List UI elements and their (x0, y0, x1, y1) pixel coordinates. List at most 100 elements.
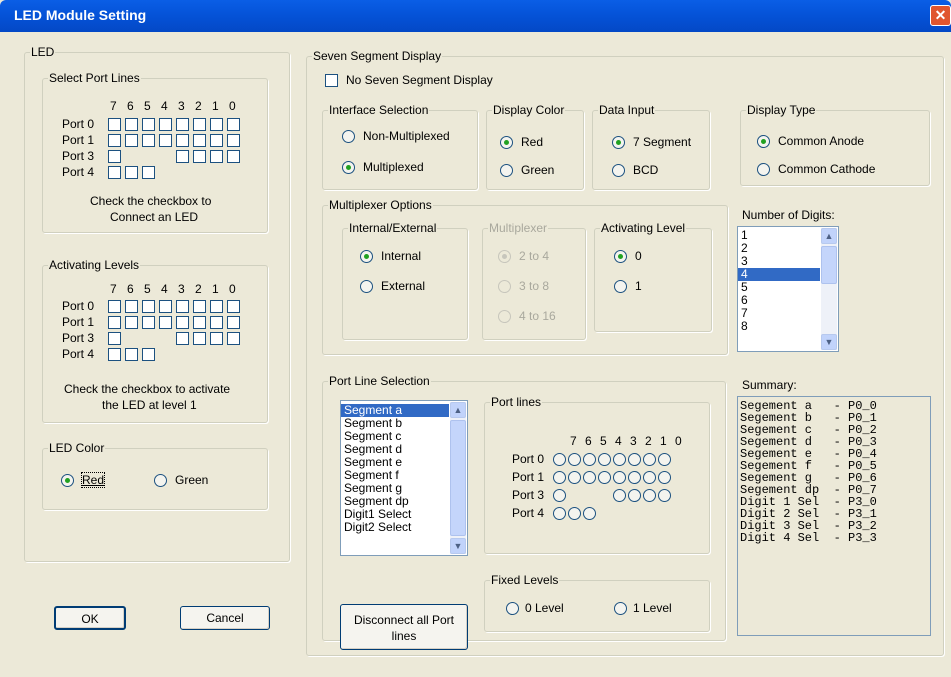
mux-2to4-label[interactable]: 2 to 4 (519, 249, 549, 263)
activating-levels-checkbox[interactable] (108, 300, 121, 313)
segments-listbox[interactable]: Segment a Segment b Segment c Segment d Segm… (340, 400, 468, 556)
port-lines-checkbox[interactable] (176, 134, 189, 147)
seven-segment-input-label[interactable]: 7 Segment (633, 135, 691, 149)
mux-3to8-radio[interactable] (498, 280, 511, 293)
common-cathode-radio[interactable] (757, 163, 770, 176)
bcd-input-label[interactable]: BCD (633, 163, 658, 177)
activating-levels-checkbox[interactable] (125, 300, 138, 313)
port-line-radio[interactable] (643, 471, 656, 484)
port-line-radio[interactable] (598, 453, 611, 466)
activating-levels-checkbox[interactable] (210, 332, 223, 345)
fixed-0-level-label[interactable]: 0 Level (525, 601, 564, 615)
segments-scrollbar[interactable]: ▲ ▼ (450, 402, 466, 554)
scroll-thumb[interactable] (821, 246, 837, 284)
port-line-radio[interactable] (553, 507, 566, 520)
port-lines-checkbox[interactable] (159, 118, 172, 131)
activating-levels-checkbox[interactable] (108, 348, 121, 361)
number-of-digits-listbox[interactable]: 12345678 ▲ ▼ (737, 226, 839, 352)
mux-4to16-label[interactable]: 4 to 16 (519, 309, 556, 323)
scroll-thumb[interactable] (450, 420, 466, 536)
activating-levels-checkbox[interactable] (210, 316, 223, 329)
display-color-green-label[interactable]: Green (521, 163, 554, 177)
port-line-radio[interactable] (658, 489, 671, 502)
non-multiplexed-radio[interactable] (342, 130, 355, 143)
activating-levels-checkbox[interactable] (108, 316, 121, 329)
activating-levels-checkbox[interactable] (227, 300, 240, 313)
segment-item[interactable]: Digit2 Select (341, 521, 449, 534)
port-lines-checkbox[interactable] (193, 134, 206, 147)
activating-levels-checkbox[interactable] (142, 348, 155, 361)
cancel-button[interactable]: Cancel (180, 606, 270, 630)
digit-count-item[interactable]: 3 (738, 255, 820, 268)
disconnect-all-button[interactable]: Disconnect all Port lines (340, 604, 468, 650)
scroll-down-icon[interactable]: ▼ (821, 334, 837, 350)
digit-count-item[interactable]: 2 (738, 242, 820, 255)
led-color-green-label[interactable]: Green (175, 473, 208, 487)
mux-3to8-label[interactable]: 3 to 8 (519, 279, 549, 293)
activating-levels-checkbox[interactable] (159, 300, 172, 313)
port-lines-checkbox[interactable] (193, 118, 206, 131)
port-line-radio[interactable] (628, 453, 641, 466)
port-line-radio[interactable] (613, 489, 626, 502)
seven-segment-input-radio[interactable] (612, 136, 625, 149)
port-line-radio[interactable] (553, 453, 566, 466)
port-lines-checkbox[interactable] (108, 150, 121, 163)
digits-scrollbar[interactable]: ▲ ▼ (821, 228, 837, 350)
activating-levels-checkbox[interactable] (142, 300, 155, 313)
port-line-radio[interactable] (583, 507, 596, 520)
fixed-1-level-radio[interactable] (614, 602, 627, 615)
activating-levels-checkbox[interactable] (227, 316, 240, 329)
multiplexed-radio[interactable] (342, 161, 355, 174)
port-lines-checkbox[interactable] (125, 118, 138, 131)
port-lines-checkbox[interactable] (176, 150, 189, 163)
port-lines-checkbox[interactable] (210, 134, 223, 147)
digit-count-item[interactable]: 4 (738, 268, 820, 281)
port-lines-checkbox[interactable] (125, 134, 138, 147)
port-line-radio[interactable] (628, 489, 641, 502)
title-bar[interactable]: LED Module Setting ✕ (0, 0, 951, 32)
port-line-radio[interactable] (643, 489, 656, 502)
port-line-radio[interactable] (658, 471, 671, 484)
activating-levels-checkbox[interactable] (108, 332, 121, 345)
port-line-radio[interactable] (658, 453, 671, 466)
common-anode-label[interactable]: Common Anode (778, 134, 864, 148)
external-label[interactable]: External (381, 279, 425, 293)
activating-levels-checkbox[interactable] (142, 316, 155, 329)
bcd-input-radio[interactable] (612, 164, 625, 177)
led-color-red-label[interactable]: Red (80, 472, 106, 488)
scroll-up-icon[interactable]: ▲ (821, 228, 837, 244)
port-lines-checkbox[interactable] (125, 166, 138, 179)
port-lines-checkbox[interactable] (108, 134, 121, 147)
non-multiplexed-label[interactable]: Non-Multiplexed (363, 129, 450, 143)
port-line-radio[interactable] (613, 471, 626, 484)
port-lines-checkbox[interactable] (108, 118, 121, 131)
port-line-radio[interactable] (568, 507, 581, 520)
common-cathode-label[interactable]: Common Cathode (778, 162, 875, 176)
port-lines-checkbox[interactable] (210, 150, 223, 163)
display-color-red-radio[interactable] (500, 136, 513, 149)
digit-count-item[interactable]: 1 (738, 229, 820, 242)
internal-label[interactable]: Internal (381, 249, 421, 263)
external-radio[interactable] (360, 280, 373, 293)
multiplexed-label[interactable]: Multiplexed (363, 160, 424, 174)
scroll-down-icon[interactable]: ▼ (450, 538, 466, 554)
activating-levels-checkbox[interactable] (193, 300, 206, 313)
activating-levels-checkbox[interactable] (125, 348, 138, 361)
scroll-up-icon[interactable]: ▲ (450, 402, 466, 418)
summary-textbox[interactable]: Segement a - P0_0 Segement b - P0_1 Segeme… (737, 396, 931, 636)
activating-levels-checkbox[interactable] (193, 332, 206, 345)
activating-level-0-label[interactable]: 0 (635, 249, 642, 263)
mux-2to4-radio[interactable] (498, 250, 511, 263)
port-lines-checkbox[interactable] (227, 134, 240, 147)
port-line-radio[interactable] (553, 471, 566, 484)
display-color-red-label[interactable]: Red (521, 135, 543, 149)
no-seven-segment-checkbox[interactable] (325, 74, 338, 87)
port-lines-checkbox[interactable] (142, 134, 155, 147)
port-lines-checkbox[interactable] (159, 134, 172, 147)
activating-levels-checkbox[interactable] (227, 332, 240, 345)
port-line-radio[interactable] (643, 453, 656, 466)
port-lines-checkbox[interactable] (176, 118, 189, 131)
port-line-radio[interactable] (598, 471, 611, 484)
activating-levels-checkbox[interactable] (193, 316, 206, 329)
activating-levels-checkbox[interactable] (176, 316, 189, 329)
